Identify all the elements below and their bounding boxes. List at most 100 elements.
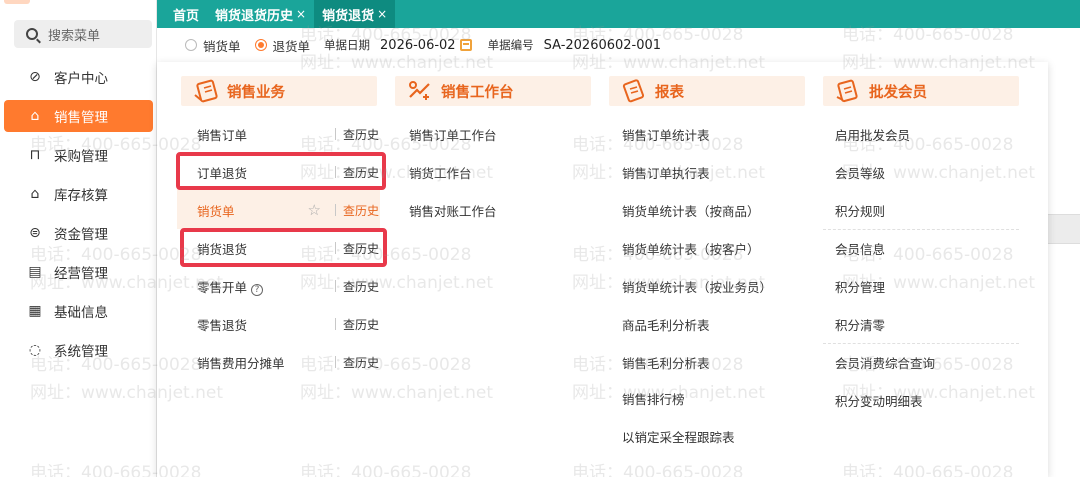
sales-mega-menu: 销售业务 销售订单 查历史 订单退货 查历史 销货单 ☆ 查历史 销货退货 查历…: [157, 62, 1048, 477]
card-icon: ▦: [28, 303, 42, 319]
menu-item-member[interactable]: 积分管理: [835, 276, 885, 296]
history-link[interactable]: 查历史: [343, 278, 379, 295]
menu-item-label: 销售费用分摊单: [197, 355, 285, 371]
member-icon: [836, 79, 858, 103]
sidebar-item-sales-management[interactable]: ⌂ 销售管理: [4, 100, 153, 132]
menu-item-report[interactable]: 销售订单执行表: [622, 162, 710, 182]
help-icon[interactable]: ?: [251, 283, 264, 296]
menu-item-member[interactable]: 会员等级: [835, 162, 885, 182]
separator: [334, 204, 336, 216]
sidebar-item-basic-info[interactable]: ▦ 基础信息: [4, 295, 153, 327]
menu-item-report[interactable]: 商品毛利分析表: [622, 314, 710, 334]
radio-return-document[interactable]: 退货单: [254, 36, 311, 55]
menu-item-label: 销售订单执行表: [622, 165, 710, 181]
sidebar-top: [0, 0, 156, 6]
column-title: 销售业务: [227, 84, 285, 101]
warehouse-icon: ⌂: [30, 186, 40, 202]
menu-item-label: 零售开单: [197, 279, 248, 295]
tab-label: 销货退货历史: [215, 8, 294, 24]
menu-item-label: 积分管理: [835, 279, 886, 295]
tab-bar: 首页 销货退货历史 × 销货退货 ×: [157, 0, 1080, 28]
menu-item-label: 积分规则: [835, 203, 886, 219]
menu-item-retail-return[interactable]: 零售退货 查历史: [197, 314, 379, 334]
menu-item-member[interactable]: 积分清零: [835, 314, 885, 334]
menu-item-sales-workbench[interactable]: 销货工作台: [409, 162, 472, 182]
menu-item-sales-order[interactable]: 销售订单 查历史: [197, 124, 379, 144]
menu-item-label: 会员消费综合查询: [835, 355, 936, 371]
radio-sale-document[interactable]: 销货单: [185, 36, 241, 55]
menu-item-label: 销售毛利分析表: [622, 355, 710, 371]
sidebar-item-funds[interactable]: ⊜ 资金管理: [4, 217, 153, 249]
menu-item-report[interactable]: 销售排行榜: [622, 388, 685, 408]
menu-item-report[interactable]: 销售订单统计表: [622, 124, 710, 144]
history-link[interactable]: 查历史: [343, 316, 379, 333]
search-placeholder: 搜索菜单: [48, 28, 101, 44]
menu-item-member[interactable]: 会员信息: [835, 238, 885, 258]
sidebar-item-customer-center[interactable]: ⊘ 客户中心: [4, 61, 153, 93]
menu-item-sales-invoice[interactable]: 销货单 ☆ 查历史: [197, 200, 379, 220]
menu-item-label: 会员等级: [835, 165, 886, 181]
sidebar: 搜索菜单 ⊘ 客户中心 ⌂ 销售管理 ⊓ 采购管理 ⌂ 库存核算 ⊜ 资金管理 …: [0, 0, 157, 477]
menu-item-member[interactable]: 积分规则: [835, 200, 885, 220]
tab-sales-return-history[interactable]: 销货退货历史 ×: [207, 0, 314, 28]
menu-item-reconciliation-workbench[interactable]: 销售对账工作台: [409, 200, 497, 220]
menu-item-retail-order[interactable]: 零售开单? 查历史: [197, 276, 379, 296]
menu-item-label: 销售订单工作台: [409, 127, 497, 143]
menu-item-member[interactable]: 积分变动明细表: [835, 390, 923, 410]
sidebar-item-operations[interactable]: ▤ 经营管理: [4, 256, 153, 288]
tab-sales-return[interactable]: 销货退货 ×: [314, 0, 396, 28]
menu-item-label: 销货工作台: [409, 165, 472, 181]
star-icon[interactable]: ☆: [308, 201, 321, 219]
menu-item-sales-order-workbench[interactable]: 销售订单工作台: [409, 124, 497, 144]
sidebar-item-purchase-management[interactable]: ⊓ 采购管理: [4, 139, 153, 171]
money-icon: ⊜: [29, 225, 41, 241]
menu-item-label: 销货单统计表（按业务员）: [622, 279, 773, 295]
bag-icon: ⊓: [29, 147, 41, 163]
history-link[interactable]: 查历史: [343, 202, 379, 219]
sales-business-icon: [194, 79, 218, 103]
close-icon[interactable]: ×: [296, 7, 306, 21]
sidebar-item-label: 采购管理: [54, 149, 108, 165]
sidebar-item-label: 经营管理: [54, 266, 108, 282]
history-link[interactable]: 查历史: [343, 126, 379, 143]
menu-item-label: 零售退货: [197, 317, 248, 333]
radio-selected-icon: [254, 39, 267, 51]
separator: [334, 280, 336, 292]
menu-item-label: 销货单统计表（按客户）: [622, 241, 760, 257]
menu-item-sales-expense-allocation[interactable]: 销售费用分摊单 查历史: [197, 352, 379, 372]
code-field[interactable]: SA-20260602-001: [544, 38, 661, 53]
menu-item-report[interactable]: 销货单统计表（按商品）: [622, 200, 760, 220]
search-menu-input[interactable]: 搜索菜单: [14, 20, 152, 48]
sidebar-item-system[interactable]: ◌ 系统管理: [4, 334, 153, 366]
menu-item-report[interactable]: 销货单统计表（按业务员）: [622, 276, 772, 296]
clipboard-icon: ▤: [28, 264, 42, 280]
column-header-sales-business: 销售业务: [181, 76, 377, 106]
menu-item-label: 销售订单统计表: [622, 127, 710, 143]
logo: [4, 0, 30, 4]
tab-home[interactable]: 首页: [157, 0, 207, 28]
close-icon[interactable]: ×: [377, 7, 387, 21]
separator: [334, 318, 336, 330]
history-link[interactable]: 查历史: [343, 354, 379, 371]
calendar-icon[interactable]: [459, 39, 472, 51]
sidebar-item-label: 资金管理: [54, 227, 108, 243]
tab-label: 首页: [173, 8, 200, 24]
menu-item-member[interactable]: 会员消费综合查询: [835, 352, 935, 372]
menu-item-label: 商品毛利分析表: [622, 317, 710, 333]
date-field[interactable]: 2026-06-02: [380, 38, 456, 53]
sidebar-item-label: 系统管理: [54, 344, 108, 360]
menu-item-report[interactable]: 销货单统计表（按客户）: [622, 238, 760, 258]
menu-item-report[interactable]: 以销定采全程跟踪表: [622, 426, 735, 446]
date-label: 单据日期: [324, 38, 371, 52]
menu-item-label: 销货单: [197, 203, 235, 219]
menu-item-report[interactable]: 销售毛利分析表: [622, 352, 710, 372]
menu-item-label: 销售订单: [197, 127, 248, 143]
radio-label: 退货单: [272, 38, 311, 54]
sidebar-item-inventory[interactable]: ⌂ 库存核算: [4, 178, 153, 210]
background-table-edge: [1048, 62, 1080, 477]
menu-item-label: 销售对账工作台: [409, 203, 497, 219]
tab-label: 销货退货: [322, 8, 375, 24]
menu-item-member[interactable]: 启用批发会员: [835, 124, 910, 144]
menu-item-label: 会员信息: [835, 241, 886, 257]
column-title: 销售工作台: [441, 84, 514, 101]
